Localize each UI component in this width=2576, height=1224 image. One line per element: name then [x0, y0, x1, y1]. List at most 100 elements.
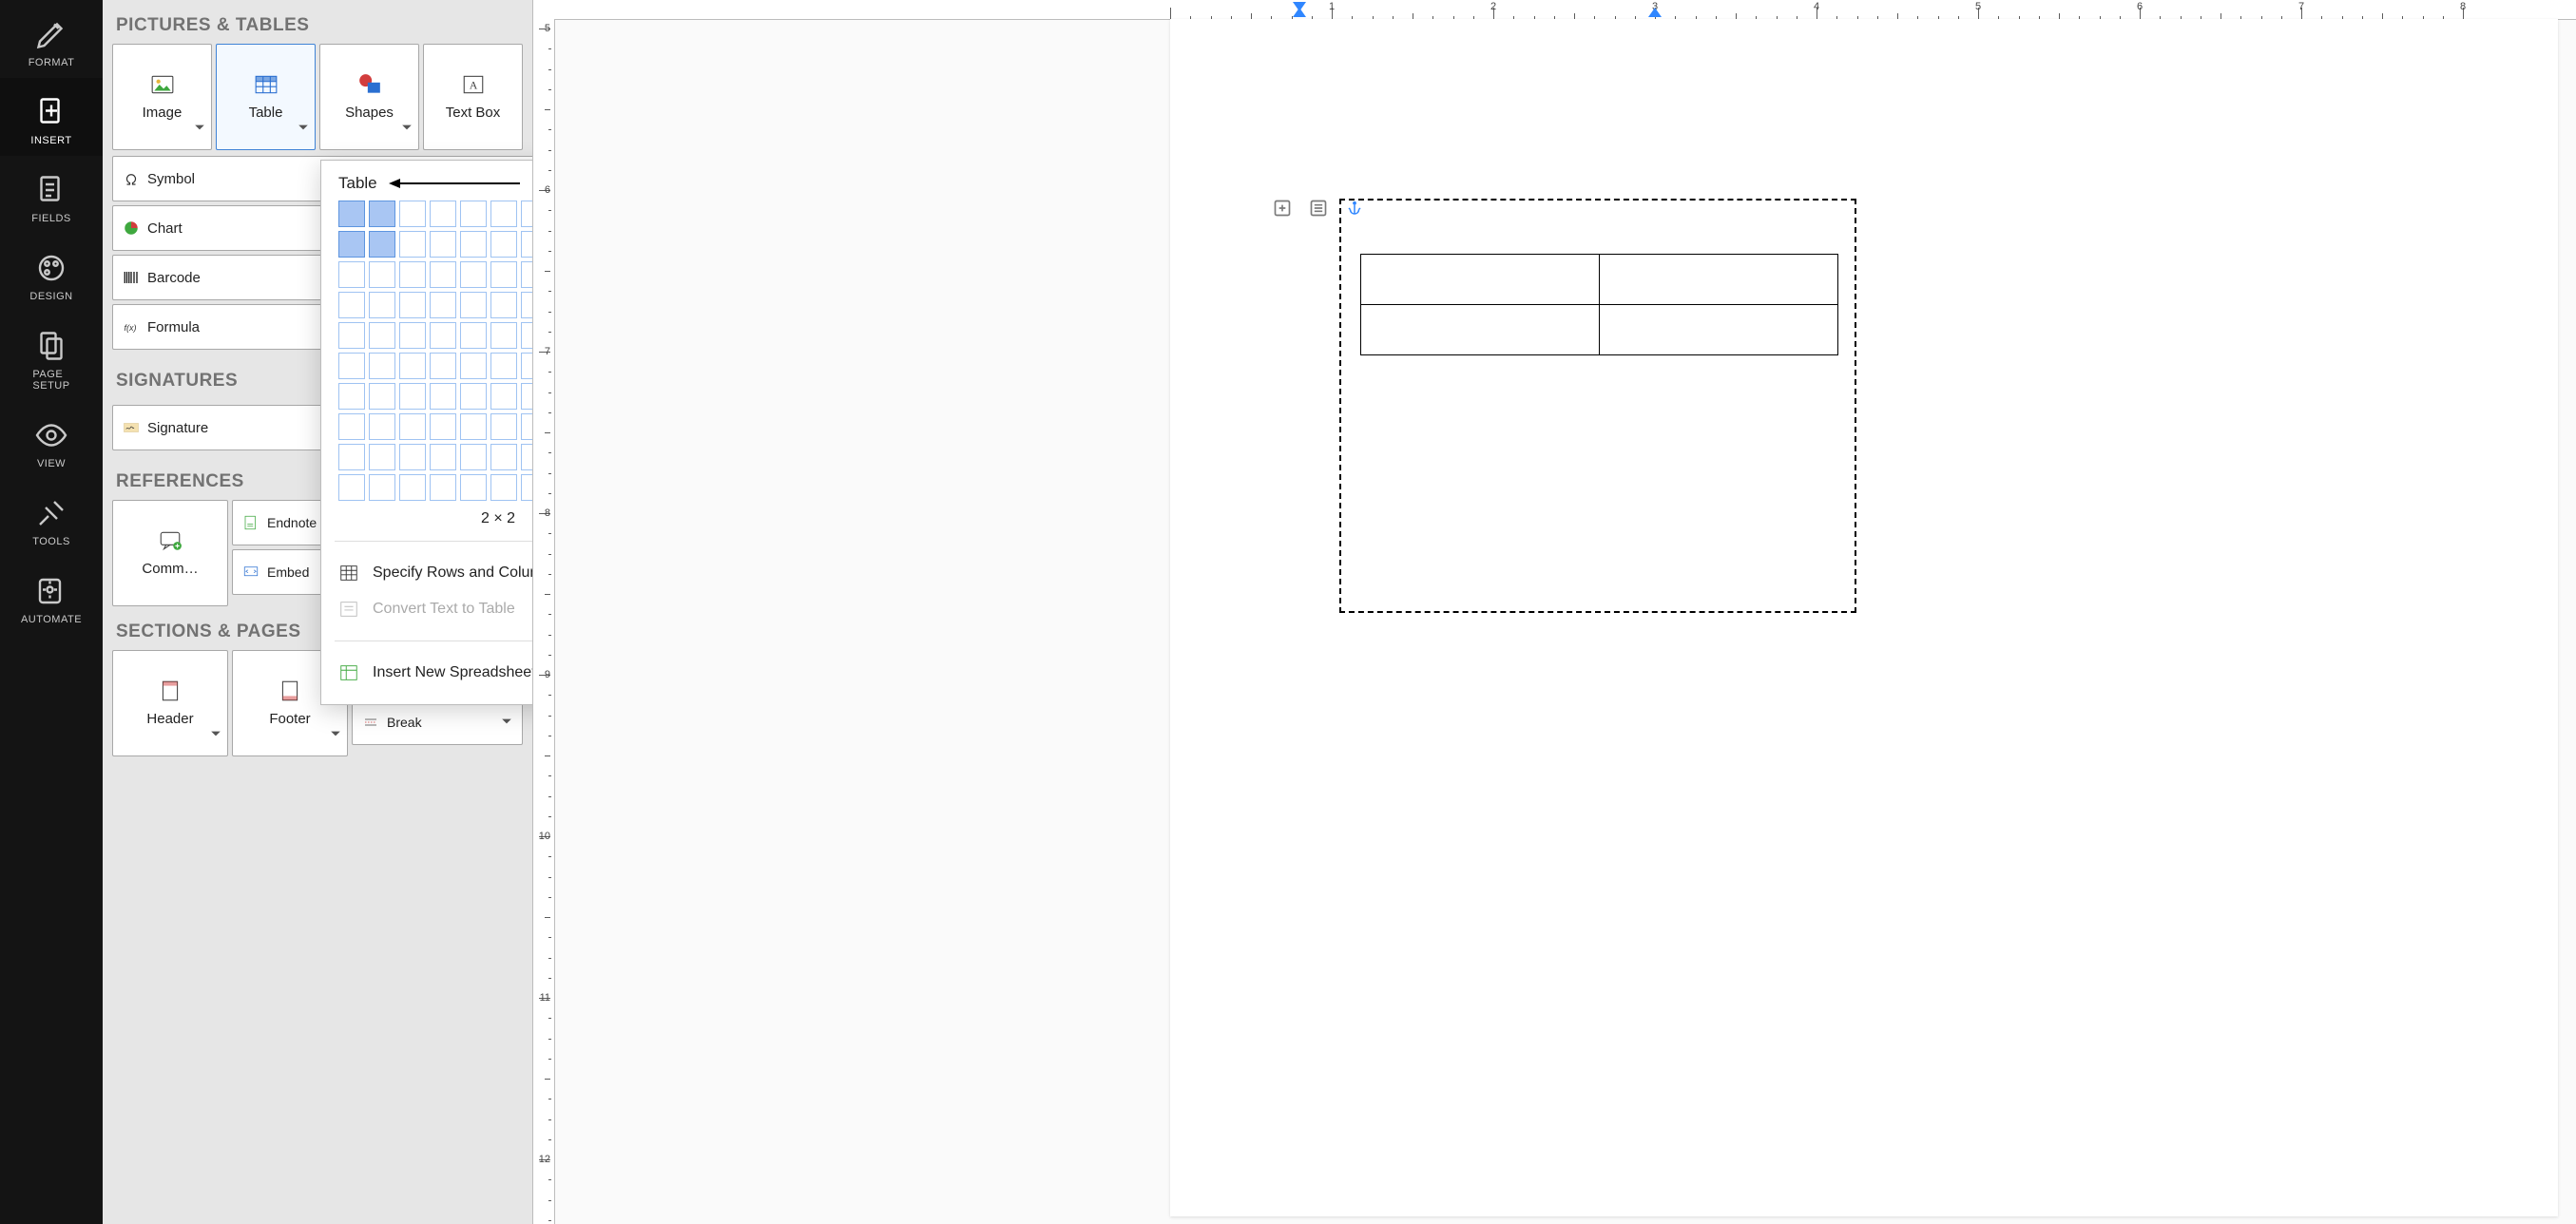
table-cell[interactable]: [1361, 305, 1600, 355]
table-grid-cell[interactable]: [430, 413, 456, 440]
table-grid-cell[interactable]: [460, 413, 487, 440]
table-grid-cell[interactable]: [338, 444, 365, 470]
table-cell[interactable]: [1600, 305, 1838, 355]
table-grid-cell[interactable]: [460, 292, 487, 318]
table-grid-cell[interactable]: [490, 322, 517, 349]
table-grid-cell[interactable]: [521, 292, 533, 318]
table-grid-cell[interactable]: [460, 474, 487, 501]
nav-fields[interactable]: FIELDS: [0, 156, 103, 234]
text-frame[interactable]: [1339, 199, 1856, 613]
table-grid-cell[interactable]: [490, 444, 517, 470]
table-grid-cell[interactable]: [369, 322, 395, 349]
document-page[interactable]: [1170, 19, 2558, 1216]
ruler-tab-marker[interactable]: [1293, 8, 1306, 17]
nav-format[interactable]: FORMAT: [0, 0, 103, 78]
table-cell[interactable]: [1361, 255, 1600, 305]
table-grid-cell[interactable]: [399, 201, 426, 227]
table-grid-cell[interactable]: [369, 231, 395, 258]
table-grid-cell[interactable]: [460, 322, 487, 349]
table-grid-cell[interactable]: [490, 413, 517, 440]
table-grid-cell[interactable]: [399, 292, 426, 318]
table-grid-cell[interactable]: [430, 353, 456, 379]
block-options-button[interactable]: [1305, 195, 1332, 221]
table-grid-cell[interactable]: [399, 383, 426, 410]
table-grid-cell[interactable]: [369, 474, 395, 501]
table-grid-cell[interactable]: [521, 261, 533, 288]
table-grid-cell[interactable]: [338, 231, 365, 258]
table-grid-cell[interactable]: [338, 474, 365, 501]
vertical-ruler[interactable]: 1234567891011121314151617181920: [533, 19, 555, 1224]
table-grid-cell[interactable]: [338, 322, 365, 349]
table-grid-cell[interactable]: [399, 261, 426, 288]
header-button[interactable]: Header: [112, 650, 228, 756]
table-grid-cell[interactable]: [369, 413, 395, 440]
nav-tools[interactable]: TOOLS: [0, 479, 103, 557]
table-grid-cell[interactable]: [369, 353, 395, 379]
table-grid-cell[interactable]: [369, 292, 395, 318]
table-grid-cell[interactable]: [430, 383, 456, 410]
nav-page-setup[interactable]: PAGE SETUP: [0, 312, 103, 401]
table-grid-cell[interactable]: [460, 261, 487, 288]
table-grid-cell[interactable]: [460, 201, 487, 227]
table-grid-cell[interactable]: [460, 231, 487, 258]
table-grid-cell[interactable]: [430, 474, 456, 501]
table-grid-cell[interactable]: [430, 231, 456, 258]
table-grid-cell[interactable]: [521, 231, 533, 258]
table-grid-cell[interactable]: [490, 383, 517, 410]
insert-spreadsheet-item[interactable]: Insert New Spreadsheet: [338, 655, 533, 691]
table-grid-cell[interactable]: [338, 261, 365, 288]
table-grid-cell[interactable]: [521, 353, 533, 379]
table-grid-cell[interactable]: [369, 383, 395, 410]
table-grid-cell[interactable]: [521, 383, 533, 410]
nav-insert[interactable]: INSERT: [0, 78, 103, 156]
image-button[interactable]: Image: [112, 44, 212, 150]
shapes-button[interactable]: Shapes: [319, 44, 419, 150]
nav-automate[interactable]: AUTOMATE: [0, 557, 103, 635]
table-grid-cell[interactable]: [338, 413, 365, 440]
table-grid-cell[interactable]: [490, 261, 517, 288]
table-grid-cell[interactable]: [338, 383, 365, 410]
nav-view[interactable]: VIEW: [0, 401, 103, 479]
table-grid-cell[interactable]: [338, 353, 365, 379]
table-grid-cell[interactable]: [399, 231, 426, 258]
table-grid-cell[interactable]: [521, 444, 533, 470]
table-grid-cell[interactable]: [338, 292, 365, 318]
table-grid-cell[interactable]: [521, 322, 533, 349]
table-grid-cell[interactable]: [338, 201, 365, 227]
table-grid-cell[interactable]: [430, 322, 456, 349]
table-grid-cell[interactable]: [521, 201, 533, 227]
table-grid-cell[interactable]: [460, 353, 487, 379]
table-grid-cell[interactable]: [460, 444, 487, 470]
textbox-button[interactable]: A Text Box: [423, 44, 523, 150]
nav-design[interactable]: DESIGN: [0, 234, 103, 312]
table-grid-cell[interactable]: [490, 231, 517, 258]
table-grid-cell[interactable]: [399, 322, 426, 349]
table-grid-cell[interactable]: [430, 444, 456, 470]
table-grid-cell[interactable]: [490, 474, 517, 501]
table-grid-cell[interactable]: [521, 474, 533, 501]
table-grid-cell[interactable]: [369, 201, 395, 227]
anchor-icon[interactable]: [1341, 195, 1368, 221]
table-grid-cell[interactable]: [430, 292, 456, 318]
comment-button[interactable]: Comm…: [112, 500, 228, 606]
table-grid-cell[interactable]: [490, 353, 517, 379]
table-grid-cell[interactable]: [490, 292, 517, 318]
horizontal-ruler[interactable]: 12345678: [533, 0, 2576, 20]
add-block-button[interactable]: [1269, 195, 1296, 221]
table-grid-cell[interactable]: [490, 201, 517, 227]
table-grid-cell[interactable]: [399, 413, 426, 440]
table-grid-cell[interactable]: [430, 201, 456, 227]
specify-rows-columns-item[interactable]: Specify Rows and Columns: [338, 555, 533, 591]
table-button[interactable]: Table: [216, 44, 316, 150]
table-grid-cell[interactable]: [399, 444, 426, 470]
break-button[interactable]: Break: [352, 699, 523, 745]
table-grid-cell[interactable]: [399, 474, 426, 501]
table-grid-cell[interactable]: [460, 383, 487, 410]
inserted-table[interactable]: [1360, 254, 1838, 355]
ruler-tab-marker[interactable]: [1648, 8, 1662, 17]
table-grid-cell[interactable]: [521, 413, 533, 440]
table-cell[interactable]: [1600, 255, 1838, 305]
table-grid-cell[interactable]: [369, 261, 395, 288]
table-size-grid[interactable]: [338, 201, 533, 501]
table-grid-cell[interactable]: [430, 261, 456, 288]
